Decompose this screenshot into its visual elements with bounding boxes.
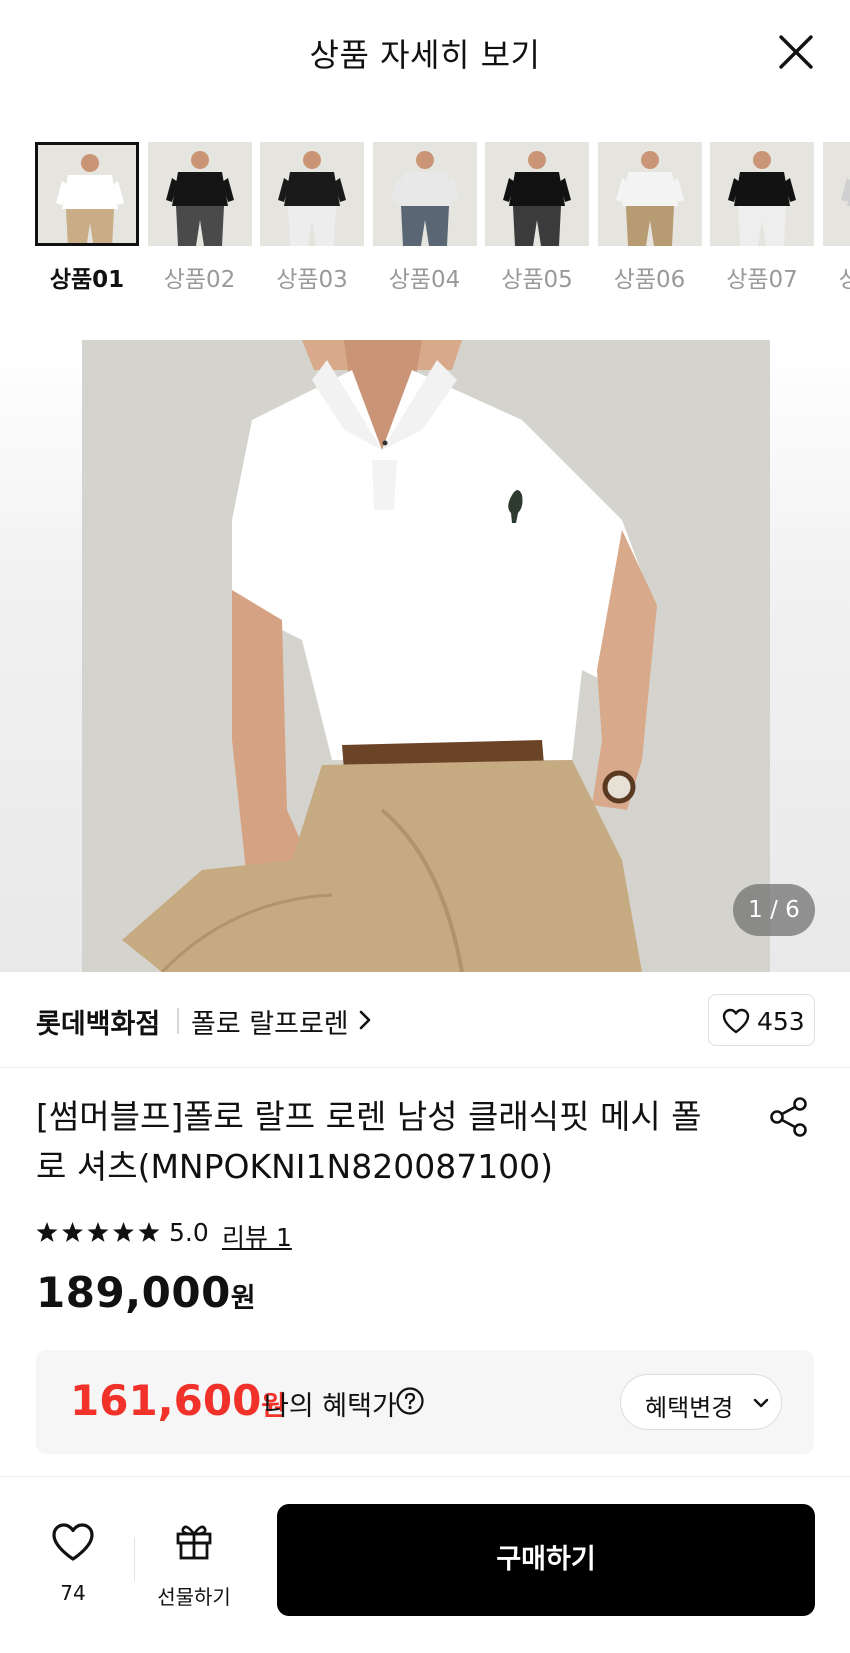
- buy-button[interactable]: 구매하기: [277, 1504, 815, 1616]
- thumbnail-item[interactable]: 상품06: [597, 142, 702, 302]
- wishlist-count: 74: [60, 1581, 86, 1605]
- thumbnail-strip: 상품01 상품02 상품03 상품04 상품05 상품06 상품07 상품08: [35, 142, 850, 302]
- benefit-price: 161,600원: [70, 1376, 286, 1425]
- image-pager: 1 / 6: [733, 884, 815, 936]
- thumbnail-image: [372, 142, 477, 246]
- heart-icon: [52, 1523, 94, 1561]
- star-icon: [113, 1222, 134, 1242]
- thumbnail-image: [260, 142, 364, 246]
- top-header: 상품 자세히 보기: [0, 0, 850, 110]
- like-button[interactable]: 453: [708, 994, 815, 1046]
- thumbnail-label: 상품07: [726, 267, 798, 293]
- thumbnail-item[interactable]: 상품03: [260, 142, 364, 302]
- product-main-image[interactable]: 1 / 6: [0, 340, 850, 972]
- thumbnail-image: [822, 142, 850, 246]
- thumbnail-image: [710, 142, 814, 246]
- thumbnail-item[interactable]: 상품07: [710, 142, 814, 302]
- page-title: 상품 자세히 보기: [309, 36, 541, 74]
- thumbnail-item[interactable]: 상품05: [485, 142, 589, 302]
- like-count: 453: [757, 1007, 805, 1036]
- thumbnail-image: [485, 142, 589, 246]
- price-unit: 원: [230, 1283, 257, 1314]
- star-icon: [87, 1222, 109, 1242]
- thumbnail-label: 상품06: [613, 267, 686, 293]
- bar-divider: [134, 1537, 135, 1581]
- star-icon: [138, 1222, 160, 1242]
- rating-score: 5.0: [169, 1218, 209, 1247]
- store-name: 롯데백화점: [36, 1009, 161, 1040]
- thumbnail-image: [597, 142, 702, 246]
- rating-row: 5.0 리뷰 1: [36, 1216, 436, 1252]
- share-icon[interactable]: [768, 1096, 810, 1138]
- star-icon: [36, 1222, 58, 1242]
- thumbnail-image: [147, 142, 252, 246]
- close-icon[interactable]: [776, 32, 816, 72]
- thumbnail-item[interactable]: 상품08: [822, 142, 850, 302]
- original-price: 189,000원: [36, 1268, 256, 1317]
- product-photo: [82, 340, 770, 972]
- gift-button[interactable]: 선물하기: [148, 1521, 240, 1621]
- thumbnail-image: [35, 142, 139, 246]
- thumbnail-label: 상품01: [49, 267, 125, 293]
- product-title: [썸머블프]폴로 랄프 로렌 남성 클래식핏 메시 폴로 셔츠(MNPOKNI1…: [36, 1097, 702, 1186]
- brand-link[interactable]: 폴로 랄프로렌: [191, 1002, 349, 1041]
- chevron-down-icon: [753, 1398, 769, 1408]
- heart-icon: [722, 1008, 750, 1034]
- seller-row: 롯데백화점 폴로 랄프로렌 453: [0, 972, 850, 1068]
- rating-stars: [36, 1222, 160, 1242]
- benefit-price-box: 161,600원 나의 혜택가 혜택변경: [36, 1350, 814, 1454]
- benefit-label: 나의 혜택가: [264, 1391, 397, 1422]
- gift-icon: [176, 1525, 212, 1560]
- benefit-price-value: 161,600: [70, 1376, 262, 1425]
- thumbnail-label: 상품04: [388, 267, 461, 293]
- thumbnail-label: 상품02: [163, 267, 236, 293]
- price-value: 189,000: [36, 1268, 231, 1317]
- star-icon: [62, 1222, 83, 1242]
- gift-label: 선물하기: [157, 1585, 231, 1609]
- review-link[interactable]: 리뷰 1: [222, 1218, 292, 1254]
- thumbnail-item[interactable]: 상품04: [372, 142, 477, 302]
- thumbnail-label: 상품08: [838, 267, 850, 293]
- thumbnail-item[interactable]: 상품02: [147, 142, 252, 302]
- wishlist-button[interactable]: 74: [36, 1521, 110, 1621]
- help-icon[interactable]: [395, 1386, 425, 1416]
- bottom-action-bar: 74 선물하기 구매하기: [0, 1476, 850, 1653]
- benefit-change-button[interactable]: 혜택변경: [620, 1374, 782, 1430]
- seller-divider: [177, 1008, 179, 1034]
- thumbnail-label: 상품05: [501, 267, 573, 293]
- thumbnail-item[interactable]: 상품01: [35, 142, 139, 302]
- chevron-right-icon[interactable]: [358, 1009, 372, 1031]
- benefit-change-label: 혜택변경: [645, 1394, 734, 1422]
- thumbnail-label: 상품03: [276, 267, 348, 293]
